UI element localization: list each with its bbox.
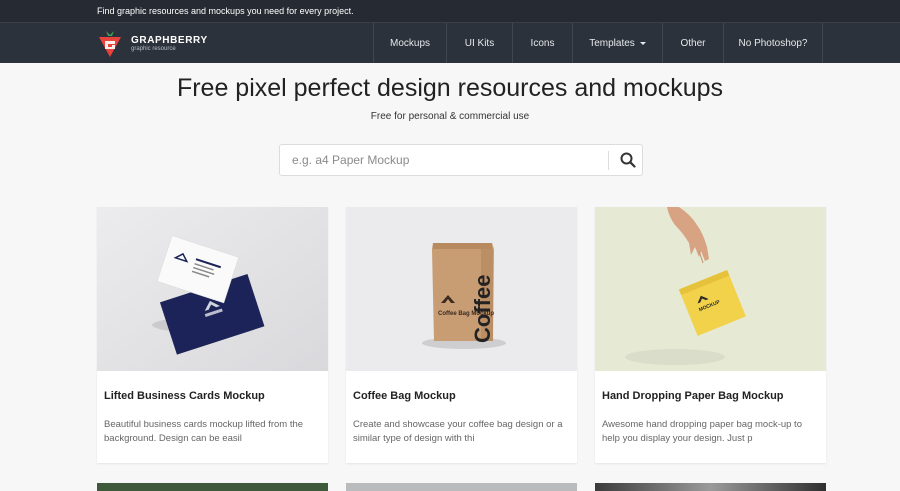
nav-item-no-photoshop[interactable]: No Photoshop?	[723, 23, 823, 63]
business-cards-image	[97, 207, 328, 371]
bag-side-text: Coffee	[470, 275, 495, 343]
card-thumbnail[interactable]: Coffee Bag Mockup Coffee	[346, 207, 577, 371]
card-thumbnail[interactable]	[97, 207, 328, 371]
page-title: Free pixel perfect design resources and …	[176, 74, 724, 102]
main-navbar: GRAPHBERRY graphic resource Mockups UI K…	[0, 22, 900, 63]
resource-card[interactable]: Coffee Bag Mockup Coffee Coffee Bag Mock…	[346, 207, 577, 463]
nav-item-ui-kits[interactable]: UI Kits	[446, 23, 512, 63]
card-thumbnail[interactable]: MOCKUP	[595, 207, 826, 371]
coffee-bag-image: Coffee Bag Mockup Coffee	[346, 207, 577, 371]
card-description: Create and showcase your coffee bag desi…	[353, 419, 563, 444]
card-title[interactable]: Hand Dropping Paper Bag Mockup	[602, 390, 784, 402]
brand-logo[interactable]: GRAPHBERRY graphic resource	[97, 29, 208, 59]
brand-tagline: graphic resource	[131, 46, 176, 52]
top-announcement-bar: Find graphic resources and mockups you n…	[0, 0, 900, 22]
announcement-text: Find graphic resources and mockups you n…	[97, 6, 354, 16]
resource-card[interactable]: Lifted Business Cards Mockup Beautiful b…	[97, 207, 328, 463]
caret-down-icon	[639, 41, 646, 45]
resource-card-thumbnail-partial[interactable]	[595, 483, 826, 491]
page-subtitle: Free for personal & commercial use	[370, 111, 530, 122]
nav-item-label: Other	[680, 37, 706, 49]
nav-item-label: No Photoshop?	[738, 37, 808, 49]
search-input[interactable]	[292, 145, 602, 175]
nav-item-label: Mockups	[389, 37, 430, 49]
resource-card[interactable]: MOCKUP Hand Dropping Paper Bag Mockup Aw…	[595, 207, 826, 463]
nav-item-label: UI Kits	[464, 37, 495, 49]
nav-menu: Mockups UI Kits Icons Templates Other No…	[373, 23, 823, 63]
nav-item-label: Templates	[589, 37, 635, 49]
nav-item-icons[interactable]: Icons	[512, 23, 572, 63]
nav-item-label: Icons	[530, 37, 555, 49]
brand-name: GRAPHBERRY	[131, 35, 208, 46]
nav-item-mockups[interactable]: Mockups	[373, 23, 446, 63]
search-divider	[608, 151, 609, 170]
card-description: Beautiful business cards mockup lifted f…	[104, 419, 304, 444]
resource-card-thumbnail-partial[interactable]	[346, 483, 577, 491]
card-description: Awesome hand dropping paper bag mock-up …	[602, 419, 802, 444]
search-icon	[620, 152, 636, 168]
search-button[interactable]	[613, 145, 643, 175]
card-title[interactable]: Lifted Business Cards Mockup	[104, 390, 265, 402]
graphberry-logo-icon	[99, 31, 121, 57]
resource-card-thumbnail-partial[interactable]	[97, 483, 328, 491]
hand-paper-bag-image: MOCKUP	[595, 207, 826, 371]
nav-item-other[interactable]: Other	[662, 23, 723, 63]
search-box	[279, 144, 643, 176]
nav-item-templates[interactable]: Templates	[572, 23, 662, 63]
card-title[interactable]: Coffee Bag Mockup	[353, 390, 456, 402]
